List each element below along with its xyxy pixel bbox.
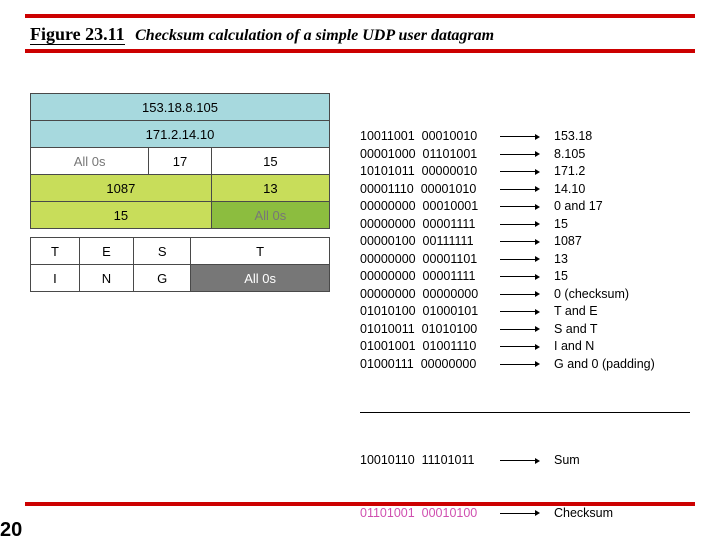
sum-binary: 10010110 11101011 xyxy=(360,452,500,470)
calc-row: 10101011 00000010 171.2 xyxy=(360,163,690,181)
calc-row: 00000000 00001101 13 xyxy=(360,251,690,269)
calc-row: 00001000 01101001 8.105 xyxy=(360,146,690,164)
calc-row: 00000000 00010001 0 and 17 xyxy=(360,198,690,216)
figure-title-row: Figure 23.11 Checksum calculation of a s… xyxy=(0,18,720,49)
calc-binary: 00001000 01101001 xyxy=(360,146,500,164)
sum-label: Sum xyxy=(540,452,580,470)
calc-meaning: S and T xyxy=(540,321,598,339)
calc-row: 01001001 01001110 I and N xyxy=(360,338,690,356)
calculation-column: 10011001 00010010153.1800001000 01101001… xyxy=(360,93,690,557)
calc-binary: 00000000 00001111 xyxy=(360,216,500,234)
calc-meaning: 13 xyxy=(540,251,568,269)
arrow-icon xyxy=(500,326,540,332)
payload-cell: N xyxy=(79,265,133,292)
calc-meaning: G and 0 (padding) xyxy=(540,356,655,374)
calc-row: 00000000 00001111 15 xyxy=(360,216,690,234)
checksum-cell: All 0s xyxy=(211,202,329,229)
calc-row: 01000111 00000000 G and 0 (padding) xyxy=(360,356,690,374)
arrow-icon xyxy=(500,291,540,297)
payload-cell: G xyxy=(134,265,191,292)
calc-binary: 00001110 00001010 xyxy=(360,181,500,199)
padding-cell: All 0s xyxy=(191,265,330,292)
dst-port-cell: 13 xyxy=(211,175,329,202)
calc-binary: 10011001 00010010 xyxy=(360,128,500,146)
arrow-icon xyxy=(500,458,540,464)
sum-divider xyxy=(360,412,690,413)
zeros-cell: All 0s xyxy=(31,148,149,175)
figure-caption: Checksum calculation of a simple UDP use… xyxy=(135,27,494,44)
arrow-icon xyxy=(500,221,540,227)
arrow-icon xyxy=(500,204,540,210)
packet-diagram: 153.18.8.105 171.2.14.10 All 0s 17 15 10… xyxy=(30,93,330,557)
pseudo-header-table: 153.18.8.105 171.2.14.10 All 0s 17 15 10… xyxy=(30,93,330,229)
calc-meaning: 8.105 xyxy=(540,146,585,164)
calc-binary: 01010011 01010100 xyxy=(360,321,500,339)
calc-meaning: 1087 xyxy=(540,233,582,251)
calc-meaning: 153.18 xyxy=(540,128,592,146)
content-area: 153.18.8.105 171.2.14.10 All 0s 17 15 10… xyxy=(0,53,720,557)
figure-label: Figure 23.11 xyxy=(30,24,125,45)
arrow-icon xyxy=(500,239,540,245)
calc-row: 00000100 00111111 1087 xyxy=(360,233,690,251)
calc-meaning: 171.2 xyxy=(540,163,585,181)
arrow-icon xyxy=(500,361,540,367)
arrow-icon xyxy=(500,151,540,157)
arrow-icon xyxy=(500,134,540,140)
arrow-icon xyxy=(500,169,540,175)
calc-meaning: T and E xyxy=(540,303,598,321)
src-ip-cell: 153.18.8.105 xyxy=(31,94,330,121)
checksum-binary: 01101001 00010100 xyxy=(360,505,500,523)
calc-row: 00001110 00001010 14.10 xyxy=(360,181,690,199)
calc-meaning: 15 xyxy=(540,216,568,234)
calc-binary: 00000000 00000000 xyxy=(360,286,500,304)
arrow-icon xyxy=(500,309,540,315)
payload-cell: I xyxy=(31,265,80,292)
length-cell: 15 xyxy=(31,202,212,229)
calc-meaning: 0 and 17 xyxy=(540,198,603,216)
payload-cell: T xyxy=(191,238,330,265)
calc-binary: 00000000 00010001 xyxy=(360,198,500,216)
arrow-icon xyxy=(500,344,540,350)
calc-binary: 00000000 00001101 xyxy=(360,251,500,269)
dst-ip-cell: 171.2.14.10 xyxy=(31,121,330,148)
payload-cell: T xyxy=(31,238,80,265)
calc-row: 00000000 00000000 0 (checksum) xyxy=(360,286,690,304)
calc-row: 00000000 00001111 15 xyxy=(360,268,690,286)
checksum-row: 01101001 00010100 Checksum xyxy=(360,505,690,523)
src-port-cell: 1087 xyxy=(31,175,212,202)
calc-rows: 10011001 00010010153.1800001000 01101001… xyxy=(360,128,690,373)
calc-meaning: 0 (checksum) xyxy=(540,286,629,304)
sum-row: 10010110 11101011 Sum xyxy=(360,452,690,470)
calc-meaning: 14.10 xyxy=(540,181,585,199)
checksum-label: Checksum xyxy=(540,505,613,523)
calc-binary: 00000000 00001111 xyxy=(360,268,500,286)
slide-number: 20 xyxy=(0,519,22,542)
calc-row: 10011001 00010010 153.18 xyxy=(360,128,690,146)
udp-length-cell: 15 xyxy=(211,148,329,175)
arrow-icon xyxy=(500,186,540,192)
calc-meaning: I and N xyxy=(540,338,594,356)
bottom-rule xyxy=(25,502,695,506)
arrow-icon xyxy=(500,256,540,262)
protocol-cell: 17 xyxy=(149,148,212,175)
payload-cell: E xyxy=(79,238,133,265)
calc-meaning: 15 xyxy=(540,268,568,286)
calc-binary: 01010100 01000101 xyxy=(360,303,500,321)
calc-row: 01010011 01010100 S and T xyxy=(360,321,690,339)
calc-binary: 01001001 01001110 xyxy=(360,338,500,356)
calc-binary: 01000111 00000000 xyxy=(360,356,500,374)
calc-row: 01010100 01000101 T and E xyxy=(360,303,690,321)
payload-cell: S xyxy=(134,238,191,265)
arrow-icon xyxy=(500,274,540,280)
arrow-icon xyxy=(500,510,540,516)
payload-table: T E S T I N G All 0s xyxy=(30,237,330,292)
calc-binary: 10101011 00000010 xyxy=(360,163,500,181)
calc-binary: 00000100 00111111 xyxy=(360,233,500,251)
